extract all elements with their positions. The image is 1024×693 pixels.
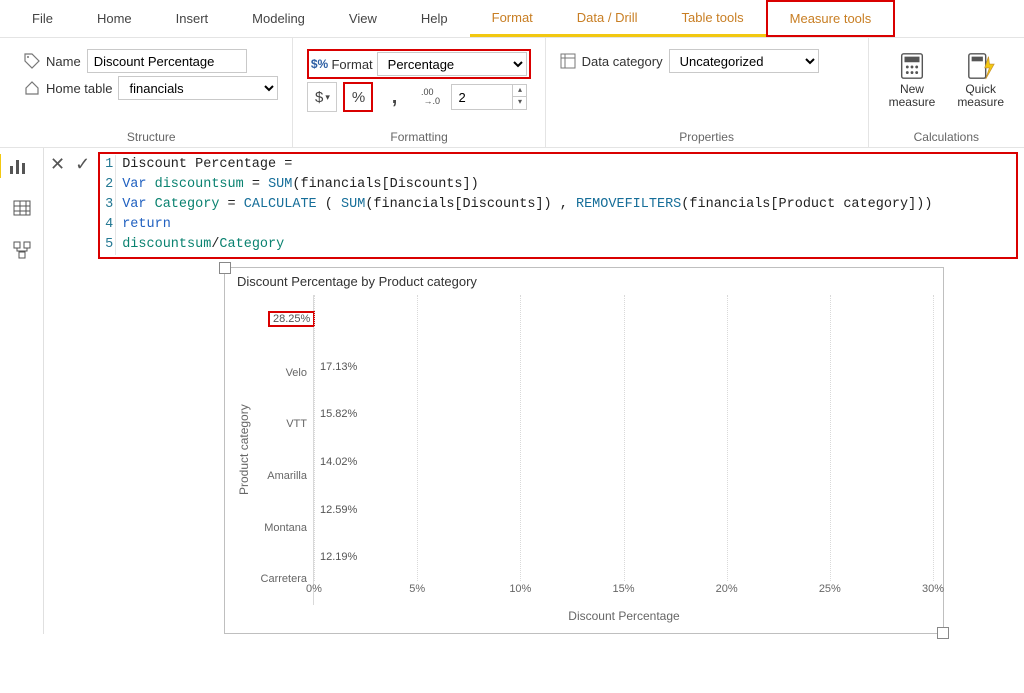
x-tick-label: 15% bbox=[612, 583, 634, 595]
ribbon: Name Home table financials Structure $% … bbox=[0, 38, 1024, 148]
model-icon bbox=[12, 240, 32, 260]
x-axis-title: Discount Percentage bbox=[315, 609, 933, 623]
data-label: 12.19% bbox=[320, 551, 357, 563]
x-tick-label: 25% bbox=[819, 583, 841, 595]
y-tick-label: Montana bbox=[253, 502, 313, 554]
home-table-label: Home table bbox=[46, 81, 112, 96]
commit-formula-button[interactable]: ✓ bbox=[75, 154, 90, 259]
y-tick-label: Amarilla bbox=[253, 450, 313, 502]
bar-row: 28.25% bbox=[314, 303, 367, 335]
percent-button[interactable]: % bbox=[343, 82, 373, 112]
ribbon-group-properties: Data category Uncategorized Properties bbox=[546, 38, 869, 147]
menu-tabs: FileHomeInsertModelingViewHelpFormatData… bbox=[0, 0, 1024, 38]
group-label-structure: Structure bbox=[24, 127, 278, 147]
y-tick-label: Velo bbox=[253, 347, 313, 399]
model-view-button[interactable] bbox=[10, 238, 34, 262]
data-label: 17.13% bbox=[320, 361, 357, 373]
x-axis: 0%5%10%15%20%25%30% bbox=[314, 581, 933, 605]
menu-tab-view[interactable]: View bbox=[327, 0, 399, 37]
cancel-formula-button[interactable]: ✕ bbox=[50, 154, 65, 259]
thousands-sep-button[interactable]: , bbox=[379, 82, 409, 112]
x-tick-label: 0% bbox=[306, 583, 322, 595]
y-axis-labels: PaseoVeloVTTAmarillaMontanaCarretera bbox=[253, 295, 313, 605]
data-label: 15.82% bbox=[320, 408, 357, 420]
name-label: Name bbox=[46, 54, 81, 69]
x-tick-label: 20% bbox=[716, 583, 738, 595]
format-label: Format bbox=[331, 57, 372, 72]
menu-tab-file[interactable]: File bbox=[10, 0, 75, 37]
data-view-button[interactable] bbox=[10, 196, 34, 220]
menu-tab-insert[interactable]: Insert bbox=[154, 0, 231, 37]
table-icon bbox=[12, 198, 32, 218]
formula-bar: ✕ ✓ 12345 Discount Percentage =Var disco… bbox=[44, 148, 1024, 263]
data-category-label: Data category bbox=[582, 54, 663, 69]
x-tick-label: 5% bbox=[409, 583, 425, 595]
spin-down[interactable]: ▾ bbox=[512, 97, 526, 109]
y-tick-label: Carretera bbox=[253, 553, 313, 605]
data-category-select[interactable]: Uncategorized bbox=[669, 49, 819, 73]
menu-tab-format[interactable]: Format bbox=[470, 0, 555, 37]
data-label: 28.25% bbox=[268, 311, 315, 327]
view-rail bbox=[0, 148, 44, 634]
data-category-icon bbox=[560, 54, 576, 68]
ribbon-group-formatting: $% Format Percentage $▾ % , .00 →.0 ▴ bbox=[293, 38, 545, 147]
calculator-lightning-icon bbox=[966, 51, 996, 81]
menu-tab-table-tools[interactable]: Table tools bbox=[659, 0, 765, 37]
bar-row: 17.13% bbox=[314, 351, 357, 383]
data-label: 14.02% bbox=[320, 456, 357, 468]
menu-tab-modeling[interactable]: Modeling bbox=[230, 0, 327, 37]
new-measure-button[interactable]: New measure bbox=[883, 49, 942, 111]
calculator-icon bbox=[897, 51, 927, 81]
ribbon-group-calculations: New measure Quick measure Calculations bbox=[869, 38, 1024, 147]
menu-tab-data-drill[interactable]: Data / Drill bbox=[555, 0, 660, 37]
group-label-properties: Properties bbox=[560, 127, 854, 147]
chart-title: Discount Percentage by Product category bbox=[237, 274, 933, 289]
y-tick-label: VTT bbox=[253, 398, 313, 450]
formula-editor[interactable]: 12345 Discount Percentage =Var discounts… bbox=[98, 152, 1018, 259]
chart-visual[interactable]: Discount Percentage by Product category … bbox=[224, 267, 944, 634]
data-label: 12.59% bbox=[320, 504, 357, 516]
chart-plot-area: 28.25%17.13%15.82%14.02%12.59%12.19% 0%5… bbox=[313, 295, 933, 605]
quick-measure-button[interactable]: Quick measure bbox=[951, 49, 1010, 111]
currency-button[interactable]: $▾ bbox=[307, 82, 337, 112]
format-icon: $% bbox=[311, 57, 327, 71]
x-tick-label: 30% bbox=[922, 583, 944, 595]
format-select[interactable]: Percentage bbox=[377, 52, 527, 76]
group-label-calculations: Calculations bbox=[883, 127, 1010, 147]
name-input[interactable] bbox=[87, 49, 247, 73]
menu-tab-home[interactable]: Home bbox=[75, 0, 154, 37]
decimals-input[interactable] bbox=[452, 88, 512, 107]
bar-row: 12.59% bbox=[314, 494, 357, 526]
report-view-button[interactable] bbox=[0, 154, 33, 178]
home-icon bbox=[24, 81, 40, 95]
x-tick-label: 10% bbox=[509, 583, 531, 595]
bar-row: 14.02% bbox=[314, 446, 357, 478]
menu-tab-measure-tools[interactable]: Measure tools bbox=[766, 0, 896, 37]
tag-icon bbox=[24, 54, 40, 68]
bar-chart-icon bbox=[8, 156, 28, 176]
group-label-formatting: Formatting bbox=[307, 127, 530, 147]
decimal-places-icon[interactable]: .00 →.0 bbox=[415, 82, 445, 112]
y-axis-title: Product category bbox=[235, 295, 253, 605]
spin-up[interactable]: ▴ bbox=[512, 85, 526, 97]
decimals-stepper[interactable]: ▴ ▾ bbox=[451, 84, 527, 110]
bar-row: 12.19% bbox=[314, 541, 357, 573]
bar-row: 15.82% bbox=[314, 398, 357, 430]
ribbon-group-structure: Name Home table financials Structure bbox=[10, 38, 293, 147]
home-table-select[interactable]: financials bbox=[118, 76, 278, 100]
menu-tab-help[interactable]: Help bbox=[399, 0, 470, 37]
